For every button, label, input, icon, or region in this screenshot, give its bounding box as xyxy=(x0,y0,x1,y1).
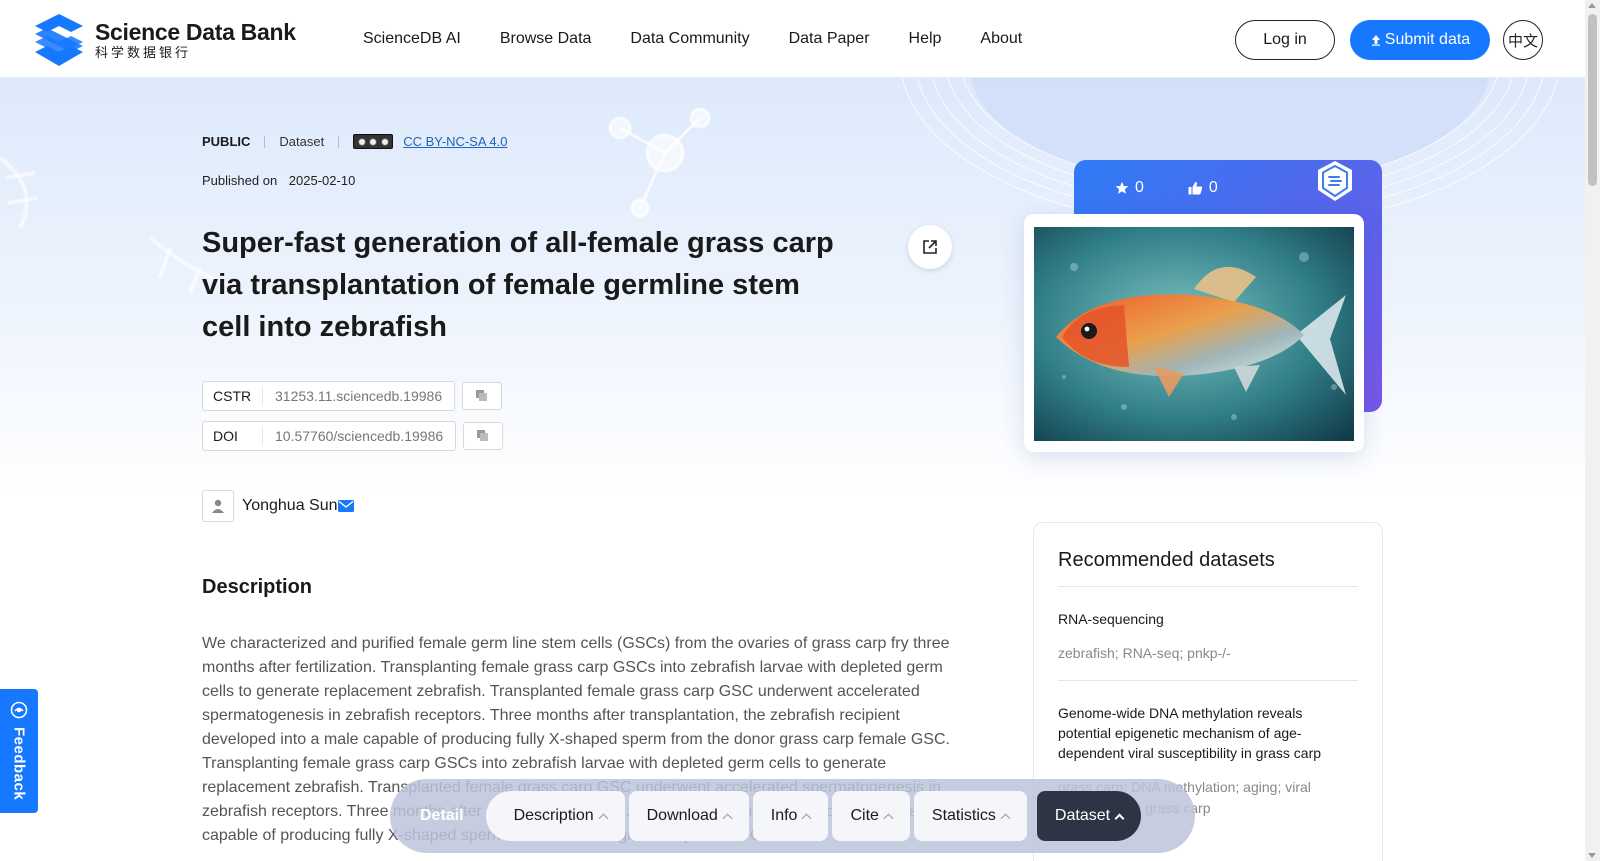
dataset-cover-image xyxy=(1034,227,1354,441)
doi-field: DOI 10.57760/sciencedb.19986 xyxy=(202,421,457,451)
email-icon[interactable] xyxy=(337,500,354,512)
nav-about[interactable]: About xyxy=(980,30,1022,48)
copy-icon xyxy=(477,430,489,441)
nav-browse-data[interactable]: Browse Data xyxy=(500,30,592,48)
dataset-title: Super-fast generation of all-female gras… xyxy=(202,227,834,343)
logo-mark-icon xyxy=(35,14,83,66)
nav-data-paper[interactable]: Data Paper xyxy=(789,30,870,48)
divider xyxy=(264,135,266,148)
access-badge: PUBLIC xyxy=(202,134,251,149)
dataset-cover-card xyxy=(1024,214,1364,452)
cc-license-icon xyxy=(353,134,394,149)
submit-data-label: Submit data xyxy=(1384,31,1471,48)
license-link[interactable]: CC BY-NC-SA 4.0 xyxy=(403,134,507,149)
section-nav-label: Info xyxy=(770,807,798,824)
like-count[interactable]: 0 xyxy=(1188,179,1218,197)
section-nav-download[interactable]: Download xyxy=(628,791,749,841)
page-scrollbar[interactable] xyxy=(1585,0,1600,861)
cstr-value: 31253.11.sciencedb.19986 xyxy=(275,388,443,404)
submit-data-button[interactable]: Submit data xyxy=(1350,20,1490,60)
login-button[interactable]: Log in xyxy=(1235,20,1335,60)
doi-value: 10.57760/sciencedb.19986 xyxy=(275,428,444,444)
recommended-item-keywords: zebrafish; RNA-seq; pnkp-/- xyxy=(1058,645,1231,661)
section-nav-label: Statistics xyxy=(931,807,996,824)
recommended-item-title: Genome-wide DNA methylation reveals pote… xyxy=(1058,705,1322,761)
logo[interactable]: Science Data Bank 科学数据银行 xyxy=(31,12,296,68)
section-nav-dataset[interactable]: Dataset xyxy=(1036,791,1142,841)
star-icon xyxy=(1115,181,1129,194)
section-nav-label: Cite xyxy=(850,807,879,824)
feedback-icon xyxy=(10,701,28,719)
cstr-row: CSTR 31253.11.sciencedb.19986 xyxy=(202,381,503,411)
star-count-value: 0 xyxy=(1135,179,1144,196)
scrollbar-thumb[interactable] xyxy=(1588,14,1597,186)
description-heading: Description xyxy=(202,576,313,598)
copy-icon xyxy=(476,390,488,401)
dataset-type: Dataset xyxy=(279,134,325,149)
chevron-up-icon xyxy=(1000,813,1011,823)
divider xyxy=(338,135,340,148)
nav-sciencedb-ai[interactable]: ScienceDB AI xyxy=(363,30,461,48)
author: Yonghua Sun xyxy=(202,490,354,522)
section-nav-bar: Detail Description Download Info Cite St… xyxy=(390,779,1195,853)
share-button[interactable] xyxy=(908,225,952,269)
thumbs-up-icon xyxy=(1188,181,1203,195)
chevron-up-icon xyxy=(722,813,733,823)
section-nav-info[interactable]: Info xyxy=(752,791,829,841)
recommended-title: Recommended datasets xyxy=(1058,549,1358,587)
section-nav-cite[interactable]: Cite xyxy=(832,791,910,841)
feedback-label: Feedback xyxy=(10,727,28,801)
section-nav-title: Detail xyxy=(420,807,464,824)
logo-text-en: Science Data Bank xyxy=(95,19,296,45)
scroll-down-icon[interactable] xyxy=(1588,853,1596,858)
language-toggle[interactable]: 中文 xyxy=(1503,20,1543,60)
logo-text-cn: 科学数据银行 xyxy=(95,45,192,60)
author-name[interactable]: Yonghua Sun xyxy=(242,497,338,515)
recommended-item-title: RNA-sequencing xyxy=(1058,611,1164,627)
chevron-up-icon xyxy=(883,813,894,823)
chevron-up-icon xyxy=(1114,813,1125,823)
nav-help[interactable]: Help xyxy=(909,30,942,48)
nav-data-community[interactable]: Data Community xyxy=(630,30,749,48)
dataset-meta: PUBLIC Dataset CC BY-NC-SA 4.0 xyxy=(202,134,507,149)
like-count-value: 0 xyxy=(1208,179,1218,196)
published-info: Published on 2025-02-10 xyxy=(202,173,355,188)
copy-cstr-button[interactable] xyxy=(462,382,503,410)
cstr-label: CSTR xyxy=(203,387,263,405)
external-link-icon xyxy=(923,240,937,254)
avatar xyxy=(202,490,234,522)
feedback-tab[interactable]: Feedback xyxy=(0,689,38,813)
section-nav-description[interactable]: Description xyxy=(485,791,625,841)
star-count[interactable]: 0 xyxy=(1115,179,1144,197)
list-item[interactable]: RNA-sequencing zebrafish; RNA-seq; pnkp-… xyxy=(1058,587,1358,681)
chevron-up-icon xyxy=(802,813,812,823)
section-nav-label: Download xyxy=(646,807,718,824)
verified-badge-icon xyxy=(1318,161,1352,201)
published-date: 2025-02-10 xyxy=(288,173,356,188)
person-icon xyxy=(212,499,224,513)
doi-label: DOI xyxy=(203,427,263,445)
upload-icon xyxy=(1371,35,1380,46)
site-header: Science Data Bank 科学数据银行 ScienceDB AI Br… xyxy=(0,0,1585,78)
cstr-field: CSTR 31253.11.sciencedb.19986 xyxy=(202,381,456,411)
section-nav-label: Dataset xyxy=(1054,807,1111,824)
dataset-stats: 0 0 xyxy=(1115,179,1262,197)
scroll-up-icon[interactable] xyxy=(1588,3,1596,8)
published-label: Published on xyxy=(202,173,278,188)
section-nav-statistics[interactable]: Statistics xyxy=(913,791,1027,841)
section-nav-label: Description xyxy=(513,807,594,824)
doi-row: DOI 10.57760/sciencedb.19986 xyxy=(202,421,504,451)
copy-doi-button[interactable] xyxy=(463,422,504,450)
main-nav: ScienceDB AI Browse Data Data Community … xyxy=(363,30,1061,48)
chevron-up-icon xyxy=(598,813,609,823)
